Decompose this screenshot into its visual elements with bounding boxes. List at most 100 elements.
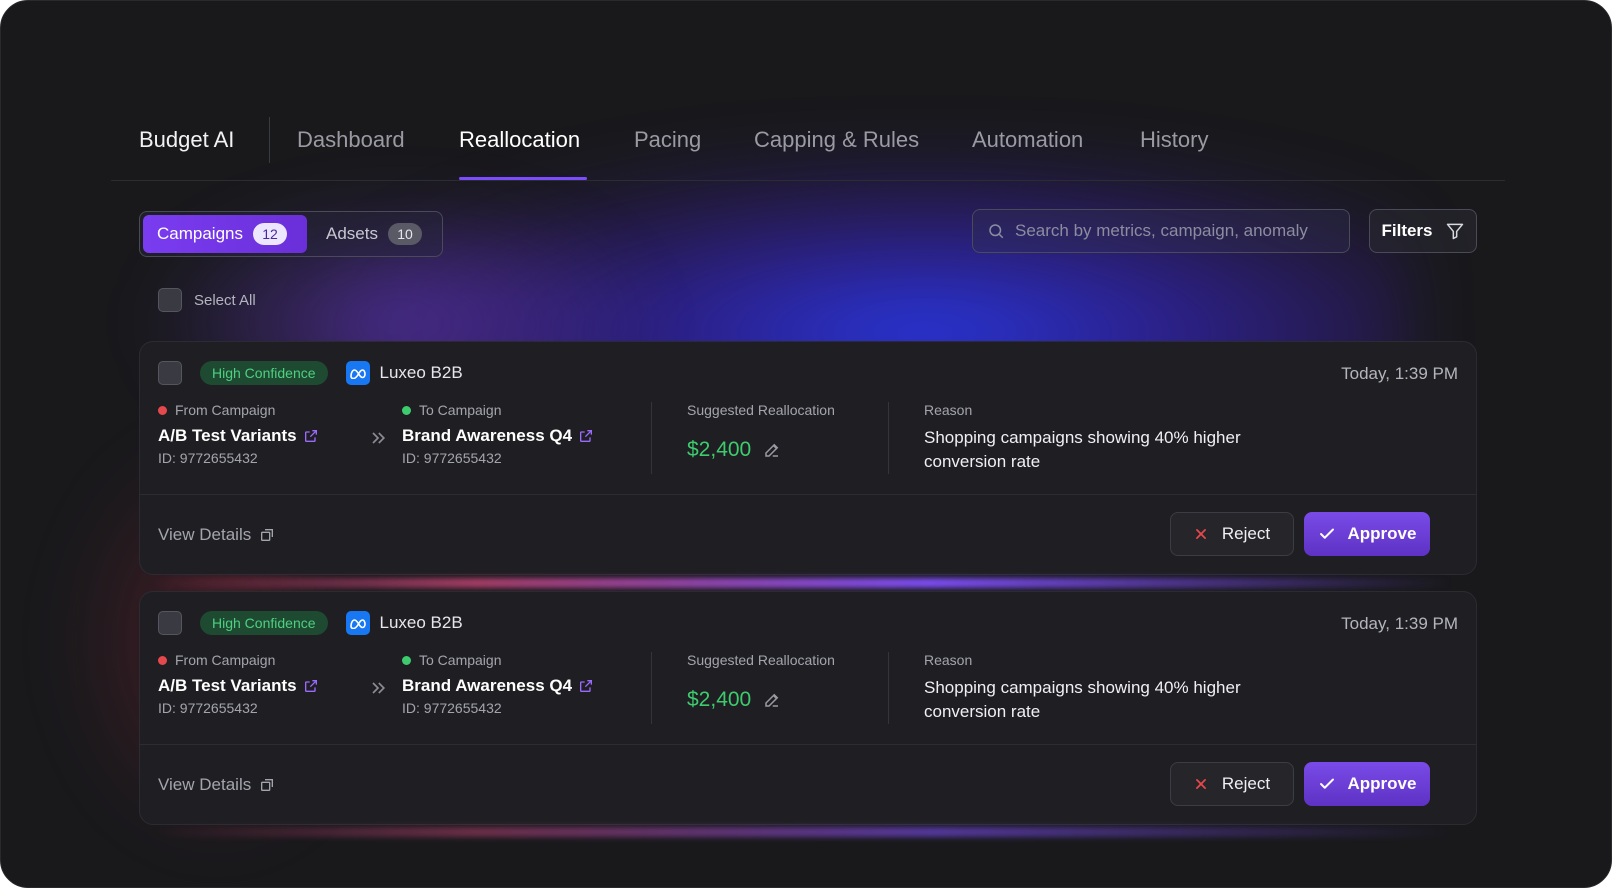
pencil-icon[interactable] [763, 691, 781, 709]
view-details-link[interactable]: View Details [158, 775, 275, 795]
reason-text: Shopping campaigns showing 40% higher co… [924, 678, 1241, 721]
reject-button[interactable]: Reject [1170, 762, 1294, 806]
view-details-label: View Details [158, 525, 252, 544]
column-divider [888, 652, 889, 724]
meta-logo-icon [345, 361, 370, 385]
tab-capping-rules[interactable]: Capping & Rules [754, 127, 919, 153]
view-details-label: View Details [158, 775, 252, 794]
card-header: High Confidence Luxeo B2B [158, 360, 463, 386]
reason-label: Reason [924, 402, 973, 418]
pencil-icon[interactable] [763, 441, 781, 459]
to-campaign-name[interactable]: Brand Awareness Q4 [402, 426, 572, 446]
check-icon [1319, 528, 1334, 539]
external-link-icon[interactable] [303, 678, 319, 694]
from-campaign-id: ID: 9772655432 [158, 700, 258, 716]
select-all-checkbox[interactable] [158, 288, 182, 312]
close-icon [1195, 779, 1206, 789]
from-campaign: From Campaign A/B Test Variants ID: 9772… [158, 402, 319, 466]
account-name: Luxeo B2B [379, 613, 463, 632]
tab-pacing[interactable]: Pacing [634, 127, 701, 153]
card-header: High Confidence Luxeo B2B [158, 610, 463, 636]
external-link-icon[interactable] [303, 428, 319, 444]
from-campaign: From Campaign A/B Test Variants ID: 9772… [158, 652, 319, 716]
reason-label: Reason [924, 652, 973, 668]
check-icon [1319, 778, 1334, 789]
adsets-label: Adsets [326, 224, 378, 243]
from-campaign-id: ID: 9772655432 [158, 450, 258, 466]
approve-button[interactable]: Approve [1304, 762, 1430, 806]
select-all: Select All [158, 288, 256, 312]
approve-label: Approve [1347, 524, 1417, 543]
approve-button[interactable]: Approve [1304, 512, 1430, 556]
card-footer: View Details Reject Approve [140, 744, 1476, 824]
adsets-toggle[interactable]: Adsets 10 [312, 215, 440, 253]
brand-title: Budget AI [139, 127, 235, 152]
suggested-reallocation: Suggested Reallocation $2,400 [687, 652, 835, 712]
confidence-badge: High Confidence [200, 361, 328, 385]
tab-reallocation[interactable]: Reallocation [459, 127, 580, 153]
confidence-badge: High Confidence [200, 611, 328, 635]
approve-label: Approve [1347, 774, 1417, 793]
from-campaign-name[interactable]: A/B Test Variants [158, 426, 297, 446]
close-icon [1195, 529, 1206, 539]
reject-button[interactable]: Reject [1170, 512, 1294, 556]
account-info: Luxeo B2B [345, 611, 463, 635]
meta-logo-icon [345, 611, 370, 635]
campaigns-count: 12 [253, 223, 287, 245]
card-checkbox[interactable] [158, 361, 182, 385]
from-dot [158, 405, 167, 415]
search-icon [989, 224, 1004, 239]
to-campaign: To Campaign Brand Awareness Q4 ID: 97726… [402, 402, 594, 466]
reason-text: Shopping campaigns showing 40% higher co… [924, 428, 1241, 471]
card-checkbox[interactable] [158, 611, 182, 635]
app-window: Budget AI Dashboard Reallocation Pacing … [0, 0, 1612, 888]
view-details-link[interactable]: View Details [158, 525, 275, 545]
to-campaign-id: ID: 9772655432 [402, 700, 502, 716]
to-campaign: To Campaign Brand Awareness Q4 ID: 97726… [402, 652, 594, 716]
column-divider [888, 402, 889, 474]
account-name: Luxeo B2B [379, 363, 463, 382]
from-label: From Campaign [175, 652, 276, 668]
to-label: To Campaign [419, 402, 502, 418]
select-all-label: Select All [194, 291, 256, 309]
tab-dashboard[interactable]: Dashboard [297, 127, 405, 153]
from-campaign-name[interactable]: A/B Test Variants [158, 676, 297, 696]
chevrons-right-icon [372, 432, 386, 444]
card-separator-glow [151, 827, 1451, 837]
suggested-reallocation: Suggested Reallocation $2,400 [687, 402, 835, 462]
chevrons-right-icon [372, 682, 386, 694]
to-campaign-name[interactable]: Brand Awareness Q4 [402, 676, 572, 696]
tab-history[interactable]: History [1140, 127, 1208, 153]
filters-button[interactable]: Filters [1369, 209, 1477, 253]
search-box [972, 209, 1350, 253]
search-input[interactable] [1015, 221, 1335, 241]
from-dot [158, 655, 167, 665]
faded-next-card [151, 851, 1451, 887]
external-link-icon[interactable] [578, 678, 594, 694]
card-timestamp: Today, 1:39 PM [1341, 614, 1458, 633]
card-separator-glow [151, 578, 1451, 588]
external-link-icon [261, 779, 274, 791]
reallocation-card: High Confidence Luxeo B2B Today, 1:39 PM… [139, 591, 1477, 825]
adsets-count: 10 [387, 223, 422, 245]
reallocation-card: High Confidence Luxeo B2B Today, 1:39 PM… [139, 341, 1477, 575]
view-toggle: Campaigns 12 Adsets 10 [139, 211, 443, 257]
external-link-icon[interactable] [578, 428, 594, 444]
filters-label: Filters [1381, 221, 1433, 240]
account-info: Luxeo B2B [345, 361, 463, 385]
reallocation-amount: $2,400 [687, 688, 752, 711]
reject-label: Reject [1221, 774, 1271, 793]
campaigns-toggle[interactable]: Campaigns 12 [143, 215, 307, 253]
brand-divider [269, 117, 270, 163]
card-footer: View Details Reject Approve [140, 494, 1476, 574]
to-dot [402, 655, 411, 665]
reason: Reason Shopping campaigns showing 40% hi… [924, 402, 1284, 474]
suggested-label: Suggested Reallocation [687, 652, 835, 668]
reason: Reason Shopping campaigns showing 40% hi… [924, 652, 1284, 724]
tab-automation[interactable]: Automation [972, 127, 1083, 153]
to-label: To Campaign [419, 652, 502, 668]
from-label: From Campaign [175, 402, 276, 418]
to-campaign-id: ID: 9772655432 [402, 450, 502, 466]
top-navigation: Budget AI Dashboard Reallocation Pacing … [111, 111, 1505, 181]
active-tab-indicator [459, 177, 587, 180]
